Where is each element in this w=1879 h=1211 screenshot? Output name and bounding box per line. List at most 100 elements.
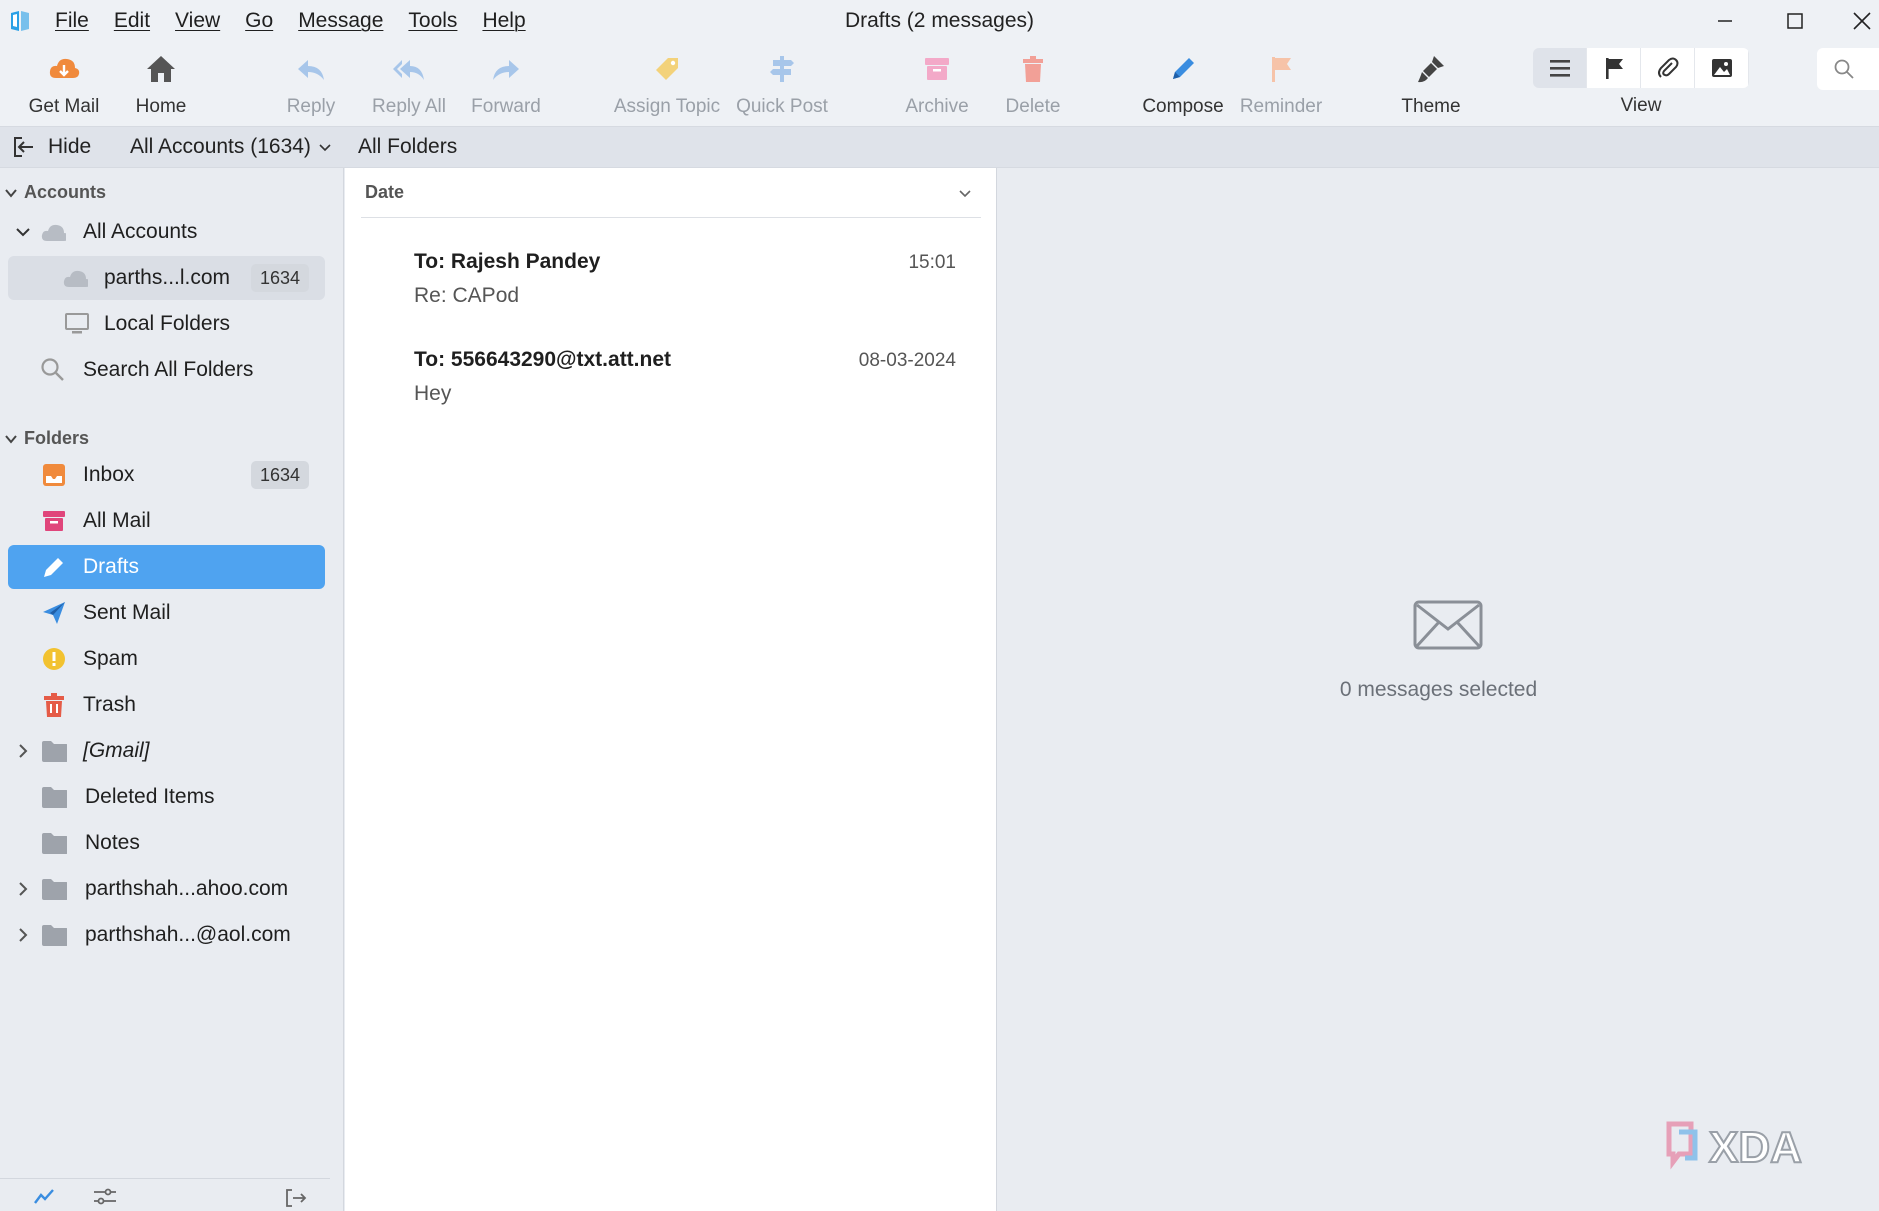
inbox-icon (41, 462, 67, 488)
folder-pane: Accounts All Accounts parths...l.com 163… (0, 168, 344, 1211)
main-toolbar: Get Mail Home Reply Reply All Forward As… (0, 42, 1879, 126)
minimize-button[interactable] (1695, 0, 1755, 42)
account-aol[interactable]: parthshah...@aol.com (8, 913, 325, 957)
archive-button[interactable]: Archive (900, 48, 974, 122)
all-folders-button[interactable]: All Folders (358, 135, 457, 159)
flag-icon (1605, 58, 1623, 79)
forward-button[interactable]: Forward (468, 48, 544, 122)
folders-section-header[interactable]: Folders (0, 428, 89, 449)
xda-watermark-logo: XDA (1666, 1121, 1803, 1173)
menu-view[interactable]: View (175, 9, 220, 33)
folder-notes[interactable]: Notes (8, 821, 325, 865)
folder-spam[interactable]: Spam (8, 637, 325, 681)
menu-tools[interactable]: Tools (408, 9, 457, 33)
menu-help[interactable]: Help (482, 9, 525, 33)
preview-pane: 0 messages selected (998, 168, 1879, 1211)
message-date: 08-03-2024 (858, 350, 956, 371)
warning-icon (41, 646, 67, 672)
cloud-download-icon (49, 58, 80, 78)
folder-icon (41, 784, 67, 810)
local-folders-item[interactable]: Local Folders (8, 302, 325, 346)
all-accounts-item[interactable]: All Accounts (8, 210, 325, 254)
attachments-view-button[interactable] (1641, 48, 1695, 88)
hide-panel-icon (14, 137, 33, 157)
list-icon (1549, 60, 1570, 77)
close-icon (1853, 12, 1871, 30)
list-view-button[interactable] (1533, 48, 1587, 88)
quick-post-button[interactable]: Quick Post (735, 48, 829, 122)
image-icon (1711, 59, 1732, 77)
message-subject: Re: CAPod (414, 284, 520, 307)
date-column-header[interactable]: Date (361, 168, 981, 218)
home-button[interactable]: Home (130, 48, 192, 122)
get-mail-button[interactable]: Get Mail (20, 48, 108, 122)
folder-deleted-items[interactable]: Deleted Items (8, 775, 325, 819)
folder-trash[interactable]: Trash (8, 683, 325, 727)
archive-icon (41, 508, 67, 534)
cloud-icon (62, 265, 88, 291)
sidebar-footer (0, 1178, 330, 1211)
message-recipient: To: Rajesh Pandey (414, 250, 601, 273)
account-item[interactable]: parths...l.com 1634 (8, 256, 325, 300)
app-logo-icon (11, 11, 29, 31)
compose-button[interactable]: Compose (1140, 48, 1226, 122)
message-row[interactable]: To: Rajesh Pandey 15:01 Re: CAPod (345, 236, 997, 334)
account-yahoo[interactable]: parthshah...ahoo.com (8, 867, 325, 911)
unread-count-badge: 1634 (251, 461, 309, 489)
reply-all-button[interactable]: Reply All (365, 48, 453, 122)
unread-count-badge: 1634 (251, 264, 309, 292)
forward-icon (493, 60, 519, 80)
folder-toolbar: Hide All Accounts (1634) All Folders (0, 126, 1879, 168)
trash-icon (1023, 56, 1043, 82)
chevron-right-icon[interactable] (15, 743, 31, 759)
chevron-down-icon (959, 189, 971, 197)
folder-icon (41, 876, 67, 902)
chevron-right-icon[interactable] (15, 927, 31, 943)
close-button[interactable] (1832, 0, 1879, 42)
minimize-icon (1718, 20, 1732, 22)
message-list-pane: Date To: Rajesh Pandey 15:01 Re: CAPod T… (345, 168, 997, 1211)
folder-inbox[interactable]: Inbox 1634 (8, 453, 325, 497)
menu-file[interactable]: File (55, 9, 89, 33)
message-row[interactable]: To: 556643290@txt.att.net 08-03-2024 Hey (345, 334, 997, 432)
account-selector-dropdown[interactable]: All Accounts (1634) (130, 135, 333, 159)
search-icon (40, 357, 66, 383)
reply-icon (298, 60, 324, 80)
folder-drafts[interactable]: Drafts (8, 545, 325, 589)
maximize-button[interactable] (1765, 0, 1825, 42)
reply-button[interactable]: Reply (280, 48, 342, 122)
flagged-view-button[interactable] (1587, 48, 1641, 88)
computer-icon (64, 311, 90, 337)
assign-topic-button[interactable]: Assign Topic (612, 48, 722, 122)
menu-edit[interactable]: Edit (114, 9, 150, 33)
exit-icon[interactable] (284, 1187, 308, 1209)
folder-all-mail[interactable]: All Mail (8, 499, 325, 543)
menu-message[interactable]: Message (298, 9, 383, 33)
menu-go[interactable]: Go (245, 9, 273, 33)
reminder-button[interactable]: Reminder (1238, 48, 1324, 122)
menu-bar: File Edit View Go Message Tools Help (55, 0, 551, 42)
activity-icon[interactable] (33, 1187, 57, 1207)
cloud-icon (40, 219, 66, 245)
archive-icon (925, 58, 949, 80)
accounts-section-header[interactable]: Accounts (0, 182, 106, 203)
envelope-icon (1413, 600, 1483, 650)
maximize-icon (1787, 13, 1803, 29)
folder-sent-mail[interactable]: Sent Mail (8, 591, 325, 635)
hide-sidebar-button[interactable]: Hide (12, 135, 91, 159)
chevron-down-icon (5, 434, 17, 444)
delete-button[interactable]: Delete (1000, 48, 1066, 122)
folder-gmail[interactable]: [Gmail] (8, 729, 325, 773)
chevron-right-icon[interactable] (15, 881, 31, 897)
search-all-folders-item[interactable]: Search All Folders (8, 348, 325, 392)
selection-status: 0 messages selected (1339, 678, 1538, 701)
images-view-button[interactable] (1695, 48, 1749, 88)
signpost-icon (770, 56, 794, 82)
search-input[interactable] (1817, 48, 1879, 90)
settings-sliders-icon[interactable] (92, 1187, 118, 1207)
paperclip-icon (1657, 57, 1678, 78)
folder-icon (41, 738, 67, 764)
folder-icon (41, 922, 67, 948)
message-recipient: To: 556643290@txt.att.net (414, 348, 672, 371)
theme-button[interactable]: Theme (1396, 48, 1466, 122)
